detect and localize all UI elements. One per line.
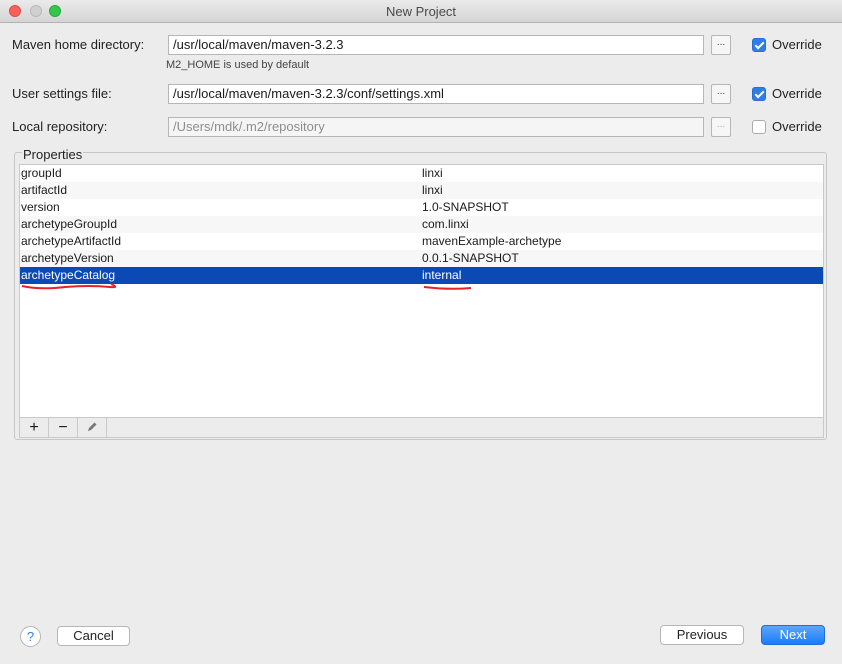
minus-icon: − — [58, 419, 68, 436]
add-property-button[interactable]: + — [20, 418, 49, 437]
maven-home-override-label: Override — [772, 37, 822, 52]
property-key: groupId — [21, 166, 62, 180]
table-row[interactable]: archetypeArtifactId mavenExample-archety… — [20, 233, 823, 250]
property-key: archetypeArtifactId — [21, 234, 122, 248]
table-row[interactable]: archetypeVersion 0.0.1-SNAPSHOT — [20, 250, 823, 267]
dialog-content: Maven home directory: /usr/local/maven/m… — [0, 23, 842, 664]
properties-table[interactable]: groupId linxi artifactId linxi version 1… — [19, 164, 824, 418]
table-row[interactable]: artifactId linxi — [20, 182, 823, 199]
local-repo-override-checkbox[interactable] — [752, 120, 766, 134]
user-settings-label: User settings file: — [12, 86, 112, 101]
table-row[interactable]: archetypeGroupId com.linxi — [20, 216, 823, 233]
local-repo-label: Local repository: — [12, 119, 108, 134]
local-repo-field[interactable]: /Users/mdk/.m2/repository — [168, 117, 704, 137]
local-repo-browse-button[interactable]: ... — [711, 117, 731, 137]
pencil-icon — [88, 422, 97, 431]
maven-home-field[interactable]: /usr/local/maven/maven-3.2.3 — [168, 35, 704, 55]
previous-button[interactable]: Previous — [660, 625, 744, 645]
property-key: archetypeGroupId — [21, 217, 118, 231]
plus-icon: + — [29, 419, 39, 436]
property-value: com.linxi — [422, 217, 469, 231]
property-value: 0.0.1-SNAPSHOT — [422, 251, 519, 265]
property-value: linxi — [422, 166, 443, 180]
maven-home-label: Maven home directory: — [12, 37, 145, 52]
remove-property-button[interactable]: − — [49, 418, 78, 437]
user-settings-field[interactable]: /usr/local/maven/maven-3.2.3/conf/settin… — [168, 84, 704, 104]
next-button[interactable]: Next — [761, 625, 825, 645]
property-key: artifactId — [21, 183, 68, 197]
user-settings-override-label: Override — [772, 86, 822, 101]
help-button[interactable]: ? — [20, 626, 41, 647]
table-row[interactable]: version 1.0-SNAPSHOT — [20, 199, 823, 216]
maven-home-override-checkbox[interactable] — [752, 38, 766, 52]
property-key: archetypeVersion — [21, 251, 114, 265]
user-settings-browse-button[interactable]: ... — [711, 84, 731, 104]
local-repo-override-label: Override — [772, 119, 822, 134]
window-title: New Project — [385, 4, 457, 19]
user-settings-override-checkbox[interactable] — [752, 87, 766, 101]
table-row[interactable]: groupId linxi — [20, 165, 823, 182]
cancel-button[interactable]: Cancel — [57, 626, 130, 646]
property-value: mavenExample-archetype — [422, 234, 562, 248]
red-underline-annotation — [21, 283, 472, 290]
maven-home-hint: M2_HOME is used by default — [166, 59, 310, 71]
property-value: linxi — [422, 183, 443, 197]
title-bar: New Project — [0, 0, 842, 23]
edit-property-button[interactable] — [78, 418, 107, 437]
properties-legend: Properties — [22, 147, 84, 162]
properties-toolbar: + − — [19, 418, 824, 438]
property-value: 1.0-SNAPSHOT — [422, 200, 509, 214]
property-key: version — [21, 200, 60, 214]
maven-home-browse-button[interactable]: ... — [711, 35, 731, 55]
